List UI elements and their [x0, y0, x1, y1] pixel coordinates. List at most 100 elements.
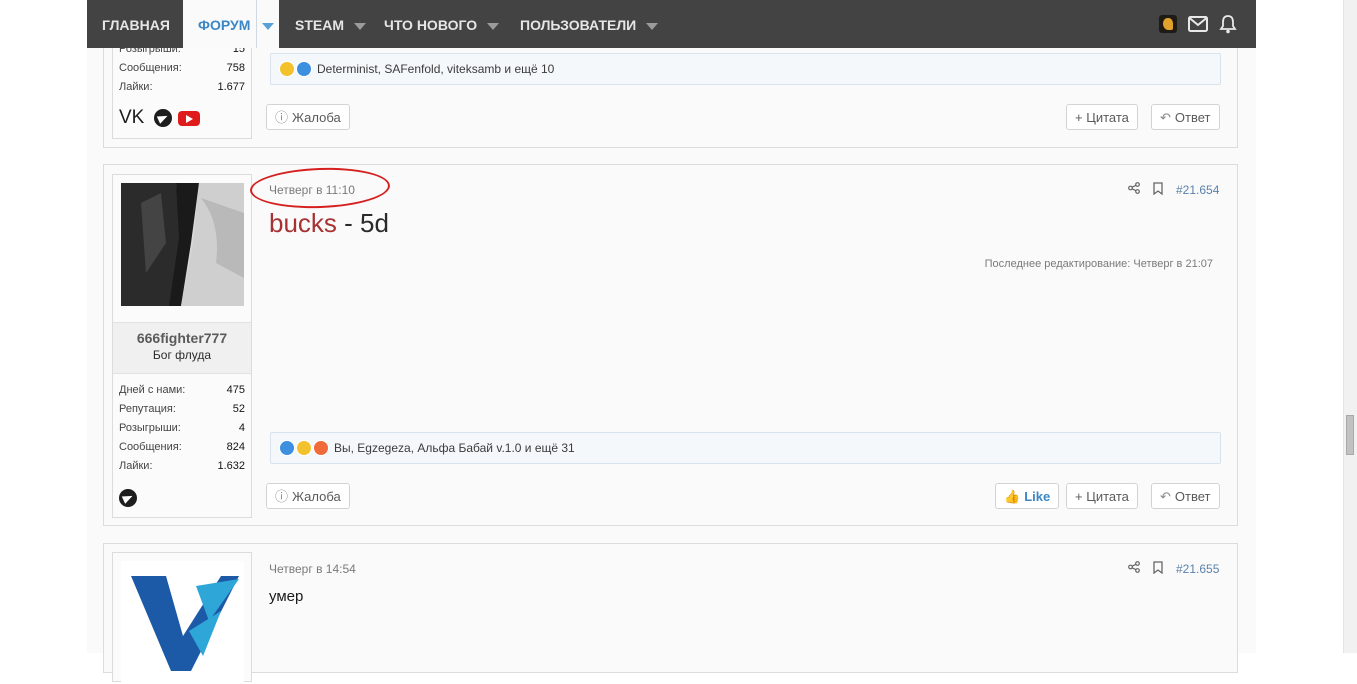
stat-value: 1.632: [217, 460, 245, 472]
stat-value: 1.677: [217, 81, 245, 93]
message-21655: Четверг в 14:54 #21.655 умер: [103, 543, 1238, 684]
stat-label: Сообщения:: [119, 441, 182, 453]
content-text: - 5d: [336, 208, 389, 238]
stat-label: Репутация:: [119, 403, 176, 415]
report-label: Жалоба: [292, 110, 341, 125]
quote-button[interactable]: + Цитата: [1066, 104, 1138, 130]
stat-value: 758: [226, 62, 245, 74]
chevron-down-icon[interactable]: [646, 22, 659, 30]
chevron-down-icon[interactable]: [487, 22, 500, 30]
reply-icon: ↶: [1160, 110, 1171, 125]
love-reaction-icon: [313, 440, 329, 456]
reaction-icons: [279, 440, 330, 456]
nav-tab-forum-label: Форум: [198, 17, 251, 33]
stat-label: Сообщения:: [119, 62, 182, 74]
user-info: 666fighter777 Бог флуда Дней с нами: 475 …: [112, 174, 252, 518]
nav-tab-steam[interactable]: Steam: [280, 0, 381, 48]
user-stats: Дней с нами: 475 Репутация: 52 Розыгрыши: 4…: [119, 381, 245, 476]
share-icon[interactable]: [1128, 182, 1140, 197]
user-name-block: 666fighter777 Бог флуда: [113, 322, 251, 374]
username[interactable]: 666fighter777: [113, 330, 251, 346]
report-button[interactable]: ⓘ Жалоба: [266, 483, 350, 509]
quote-label: + Цитата: [1075, 110, 1129, 125]
flag-icon: ⓘ: [275, 489, 289, 504]
post-content: bucks - 5d: [269, 208, 389, 239]
thumbs-up-icon: 👍: [1004, 489, 1021, 504]
youtube-icon[interactable]: [178, 110, 201, 126]
user-social-links: VK: [119, 107, 201, 129]
reply-label: Ответ: [1174, 110, 1211, 125]
bookmark-icon[interactable]: [1153, 182, 1163, 198]
reactions-users-link[interactable]: Вы, Egzegeza, Альфа Бабай v.1.0 и ещё 31: [334, 441, 575, 455]
report-button[interactable]: ⓘ Жалоба: [266, 104, 350, 130]
post-date[interactable]: Четверг в 14:54: [269, 562, 356, 576]
stat-row: Репутация: 52: [119, 400, 245, 419]
share-icon[interactable]: [1128, 561, 1140, 576]
reactions-summary[interactable]: Determinist, SAFenfold, viteksamb и ещё …: [270, 53, 1221, 85]
thumbs-up-icon: [279, 440, 295, 456]
stat-value: 475: [226, 384, 245, 396]
like-button[interactable]: 👍 Like: [995, 483, 1060, 509]
page-scrollbar[interactable]: [1343, 0, 1357, 653]
user-social-links: [119, 489, 137, 507]
envelope-icon[interactable]: [1188, 14, 1208, 34]
user-avatar[interactable]: [121, 183, 244, 306]
stat-label: Дней с нами:: [119, 384, 186, 396]
post-number[interactable]: #21.654: [1176, 183, 1219, 197]
stat-value: 52: [232, 403, 245, 415]
like-label: Like: [1024, 489, 1051, 504]
reply-button[interactable]: ↶ Ответ: [1151, 483, 1220, 509]
user-stats: Розыгрыши: 15 Сообщения: 758 Лайки: 1.677: [119, 40, 245, 97]
chevron-down-icon[interactable]: [256, 0, 279, 48]
stat-value: 824: [226, 441, 245, 453]
bookmark-icon[interactable]: [1153, 561, 1163, 577]
flag-icon: ⓘ: [275, 110, 289, 125]
stat-row: Лайки: 1.632: [119, 457, 245, 476]
stat-row: Лайки: 1.677: [119, 78, 245, 97]
user-title: Бог флуда: [152, 348, 212, 362]
last-edit-note: Последнее редактирование: Четверг в 21:0…: [984, 258, 1213, 270]
quote-button[interactable]: + Цитата: [1066, 483, 1138, 509]
nav-tab-home-label: Главная: [102, 17, 170, 33]
report-label: Жалоба: [292, 489, 341, 504]
user-avatar[interactable]: [121, 561, 244, 684]
message-21654: 666fighter777 Бог флуда Дней с нами: 475 …: [103, 164, 1238, 526]
stat-label: Лайки:: [119, 460, 153, 472]
nav-tab-users-label: Пользователи: [520, 17, 637, 33]
vk-link[interactable]: VK: [119, 107, 144, 129]
stat-row: Дней с нами: 475: [119, 381, 245, 400]
user-info: [112, 552, 252, 684]
reaction-icons: [279, 61, 313, 77]
nav-tab-users[interactable]: Пользователи: [505, 0, 673, 48]
telegram-icon[interactable]: [154, 109, 173, 127]
sad-reaction-icon: [296, 440, 312, 456]
reply-button[interactable]: ↶ Ответ: [1151, 104, 1220, 130]
reactions-summary[interactable]: Вы, Egzegeza, Альфа Бабай v.1.0 и ещё 31: [270, 432, 1221, 464]
bell-icon[interactable]: [1218, 14, 1238, 34]
post-number[interactable]: #21.655: [1176, 562, 1219, 576]
reactions-users-link[interactable]: Determinist, SAFenfold, viteksamb и ещё …: [317, 62, 554, 76]
nav-tab-forum[interactable]: Форум: [183, 0, 280, 48]
post-content: умер: [269, 588, 304, 605]
reply-icon: ↶: [1160, 489, 1171, 504]
nav-tab-whats-new-label: Что нового: [384, 17, 478, 33]
content-link[interactable]: bucks: [269, 208, 337, 238]
scrollbar-thumb[interactable]: [1346, 415, 1354, 455]
top-navigation: Главная Форум Steam Что нового Пользоват…: [87, 0, 1256, 48]
nav-user-icons: [1158, 0, 1238, 48]
quote-label: + Цитата: [1075, 489, 1129, 504]
chevron-down-icon[interactable]: [354, 22, 366, 30]
reply-label: Ответ: [1174, 489, 1211, 504]
thumbs-up-icon: [296, 61, 312, 77]
nav-tab-whats-new[interactable]: Что нового: [369, 0, 514, 48]
user-avatar-icon[interactable]: [1158, 14, 1178, 34]
nav-tab-steam-label: Steam: [295, 17, 344, 33]
stat-label: Розыгрыши:: [119, 422, 181, 434]
stat-row: Сообщения: 824: [119, 438, 245, 457]
laugh-reaction-icon: [279, 61, 295, 77]
telegram-icon[interactable]: [119, 489, 137, 507]
stat-row: Розыгрыши: 4: [119, 419, 245, 438]
nav-tab-home[interactable]: Главная: [87, 0, 185, 48]
stat-label: Лайки:: [119, 81, 153, 93]
stat-value: 4: [238, 422, 245, 434]
